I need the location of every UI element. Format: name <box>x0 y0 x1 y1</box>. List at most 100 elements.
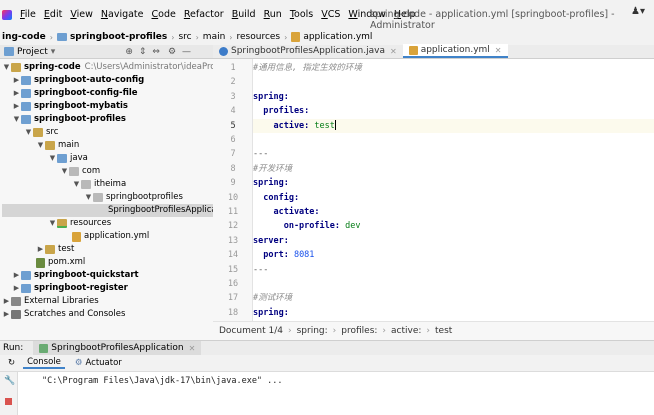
gear-icon[interactable]: ⚙ <box>168 47 176 57</box>
tree-item-scratches[interactable]: ▶ Scratches and Consoles <box>2 308 125 321</box>
code-line[interactable] <box>253 75 654 89</box>
console-output[interactable]: "C:\Program Files\Java\jdk-17\bin\java.e… <box>18 372 654 415</box>
menu-navigate[interactable]: Navigate <box>101 9 144 20</box>
code-line-current[interactable]: active: test <box>253 118 654 133</box>
close-icon[interactable]: ✕ <box>495 46 502 55</box>
code-line[interactable]: port: 8081 <box>253 248 654 262</box>
nav-crumb-src[interactable]: src <box>176 32 193 42</box>
project-panel-title[interactable]: Project <box>17 47 48 57</box>
menu-vcs[interactable]: VCS <box>321 9 340 20</box>
expanded-arrow-icon[interactable]: ▼ <box>36 139 45 152</box>
wrench-icon[interactable]: 🔧 <box>4 376 15 386</box>
menu-run[interactable]: Run <box>264 9 282 20</box>
code-line[interactable]: spring: <box>253 176 654 190</box>
tree-item-src[interactable]: ▼ src <box>24 126 58 139</box>
code-line[interactable]: profiles: <box>253 104 654 118</box>
collapse-icon[interactable]: ⇔ <box>152 47 160 57</box>
code-line[interactable]: config: <box>253 191 654 205</box>
expanded-arrow-icon[interactable]: ▼ <box>24 126 33 139</box>
tree-item-pom[interactable]: pom.xml <box>36 256 85 269</box>
tree-item-register[interactable]: ▶ springboot-register <box>12 282 128 295</box>
menu-tools[interactable]: Tools <box>290 9 313 20</box>
nav-crumb-main[interactable]: main <box>201 32 228 42</box>
tree-item-quickstart[interactable]: ▶ springboot-quickstart <box>12 269 139 282</box>
tree-item-config-file[interactable]: ▶ springboot-config-file <box>12 87 138 100</box>
tree-item-application-class[interactable]: SpringbootProfilesApplication <box>2 204 233 217</box>
collapsed-arrow-icon[interactable]: ▶ <box>12 269 21 282</box>
code-editor[interactable]: #通用信息, 指定生效的环境 spring: profiles: active:… <box>253 59 654 321</box>
line-number: 1 <box>230 63 236 73</box>
collapsed-arrow-icon[interactable]: ▶ <box>2 295 11 308</box>
tree-item-springbootprofiles[interactable]: ▼ springbootprofiles <box>84 191 183 204</box>
run-config-tab[interactable]: SpringbootProfilesApplication ✕ <box>33 340 202 356</box>
tree-item-mybatis[interactable]: ▶ springboot-mybatis <box>12 100 128 113</box>
breadcrumb-test[interactable]: test <box>435 326 452 336</box>
expanded-arrow-icon[interactable]: ▼ <box>12 113 21 126</box>
menu-refactor[interactable]: Refactor <box>184 9 224 20</box>
expanded-arrow-icon[interactable]: ▼ <box>48 152 57 165</box>
menu-view[interactable]: View <box>70 9 93 20</box>
tree-item-auto-config[interactable]: ▶ springboot-auto-config <box>12 74 144 87</box>
breadcrumb-document[interactable]: Document 1/4 <box>219 326 283 336</box>
collapsed-arrow-icon[interactable]: ▶ <box>2 308 11 321</box>
menu-edit[interactable]: Edit <box>44 9 62 20</box>
user-icon[interactable]: ♟▾ <box>630 6 646 22</box>
run-label: Run: <box>3 343 24 353</box>
menu-build[interactable]: Build <box>232 9 256 20</box>
chevron-right-icon: › <box>332 326 337 336</box>
code-line[interactable]: server: <box>253 234 654 248</box>
code-line[interactable]: spring: <box>253 306 654 320</box>
tree-item-main[interactable]: ▼ main <box>36 139 79 152</box>
expanded-arrow-icon[interactable]: ▼ <box>60 165 69 178</box>
code-line[interactable]: on-profile: dev <box>253 219 654 233</box>
tree-item-com[interactable]: ▼ com <box>60 165 100 178</box>
expanded-arrow-icon[interactable]: ▼ <box>84 191 93 204</box>
code-line[interactable]: #通用信息, 指定生效的环境 <box>253 61 654 75</box>
code-line[interactable] <box>253 133 654 147</box>
collapsed-arrow-icon[interactable]: ▶ <box>12 87 21 100</box>
stop-icon[interactable] <box>5 398 12 405</box>
nav-crumb-file[interactable]: application.yml <box>289 32 374 42</box>
nav-crumb-resources[interactable]: resources <box>235 32 283 42</box>
close-icon[interactable]: ✕ <box>390 47 397 56</box>
tree-item-java[interactable]: ▼ java <box>48 152 88 165</box>
tab-application-yml[interactable]: application.yml ✕ <box>402 44 508 58</box>
collapsed-arrow-icon[interactable]: ▶ <box>12 282 21 295</box>
collapsed-arrow-icon[interactable]: ▶ <box>12 74 21 87</box>
tree-item-profiles[interactable]: ▼ springboot-profiles <box>12 113 126 126</box>
code-line[interactable]: #测试环境 <box>253 291 654 305</box>
breadcrumb-active[interactable]: active: <box>391 326 421 336</box>
locate-icon[interactable]: ⊕ <box>125 47 133 57</box>
close-icon[interactable]: ✕ <box>189 344 196 353</box>
tab-console[interactable]: Console <box>23 357 65 369</box>
tree-item-external-libraries[interactable]: ▶ External Libraries <box>2 295 99 308</box>
tree-item-test[interactable]: ▶ test <box>36 243 74 256</box>
code-line[interactable] <box>253 277 654 291</box>
tab-actuator[interactable]: Actuator <box>86 358 122 368</box>
breadcrumb-profiles[interactable]: profiles: <box>341 326 377 336</box>
minimize-icon[interactable]: — <box>182 47 191 57</box>
code-line[interactable]: spring: <box>253 90 654 104</box>
nav-crumb-module[interactable]: springboot-profiles <box>55 32 169 42</box>
tree-item-spring-code[interactable]: ▼ spring-code C:\Users\Administrator\ideaP… <box>2 61 235 74</box>
tree-item-resources[interactable]: ▼ resources <box>48 217 111 230</box>
tree-item-application-yml[interactable]: application.yml <box>72 230 149 243</box>
code-line[interactable]: activate: <box>253 205 654 219</box>
code-line[interactable]: #开发环境 <box>253 162 654 176</box>
breadcrumb-spring[interactable]: spring: <box>297 326 328 336</box>
menu-file[interactable]: File <box>20 9 36 20</box>
collapsed-arrow-icon[interactable]: ▶ <box>12 100 21 113</box>
expanded-arrow-icon[interactable]: ▼ <box>48 217 57 230</box>
collapsed-arrow-icon[interactable]: ▶ <box>36 243 45 256</box>
chevron-down-icon[interactable]: ▾ <box>51 47 56 57</box>
tree-item-itheima[interactable]: ▼ itheima <box>72 178 126 191</box>
expanded-arrow-icon[interactable]: ▼ <box>2 61 11 74</box>
expanded-arrow-icon[interactable]: ▼ <box>72 178 81 191</box>
nav-crumb-project[interactable]: ing-code <box>0 32 48 42</box>
code-line[interactable]: --- <box>253 263 654 277</box>
tab-application-java[interactable]: SpringbootProfilesApplication.java ✕ <box>213 44 403 58</box>
rerun-icon[interactable]: ↻ <box>8 358 15 368</box>
menu-code[interactable]: Code <box>152 9 176 20</box>
expand-icon[interactable]: ⇕ <box>139 47 147 57</box>
code-line[interactable]: --- <box>253 147 654 161</box>
